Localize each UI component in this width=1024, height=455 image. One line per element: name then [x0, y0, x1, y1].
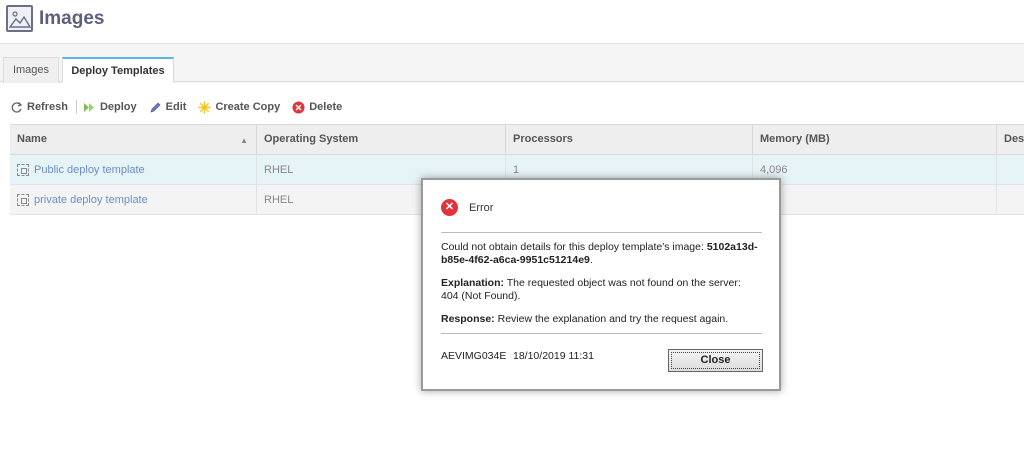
- column-description-label: Desc: [1004, 133, 1024, 145]
- template-name-link[interactable]: private deploy template: [34, 194, 148, 206]
- create-copy-button[interactable]: Create Copy: [198, 101, 280, 114]
- image-icon: [6, 5, 33, 32]
- refresh-button[interactable]: Refresh: [10, 101, 68, 114]
- delete-button[interactable]: Delete: [292, 101, 342, 114]
- column-header-memory[interactable]: Memory (MB): [752, 125, 996, 154]
- delete-icon: [292, 101, 305, 114]
- cell-memory: 6: [752, 185, 996, 214]
- dialog-divider: [441, 232, 762, 233]
- column-memory-label: Memory (MB): [760, 133, 830, 145]
- error-message: Could not obtain details for this deploy…: [441, 241, 761, 267]
- column-processors-label: Processors: [513, 133, 573, 145]
- error-message-text: Could not obtain details for this deploy…: [441, 241, 707, 253]
- column-os-label: Operating System: [264, 133, 359, 145]
- response-text: Review the explanation and try the reque…: [494, 313, 729, 325]
- deploy-icon: [83, 101, 96, 114]
- table-header: Name ▲ Operating System Processors Memor…: [10, 124, 1024, 155]
- deploy-button[interactable]: Deploy: [83, 101, 137, 114]
- column-header-description[interactable]: Desc: [996, 125, 1024, 154]
- tab-images[interactable]: Images: [3, 57, 59, 83]
- cell-description: [996, 185, 1024, 214]
- response-label: Response:: [441, 313, 495, 325]
- page-title: Images: [39, 8, 105, 29]
- column-header-os[interactable]: Operating System: [256, 125, 505, 154]
- error-code: AEVIMG034E: [441, 350, 507, 362]
- deploy-label: Deploy: [99, 101, 137, 113]
- cell-name[interactable]: Public deploy template: [10, 155, 256, 184]
- dialog-title: Error: [469, 202, 494, 214]
- edit-button[interactable]: Edit: [149, 101, 187, 114]
- delete-label: Delete: [309, 101, 343, 113]
- sparkle-icon: [198, 101, 211, 114]
- error-response: Response: Review the explanation and try…: [441, 313, 761, 326]
- close-button[interactable]: Close: [668, 349, 763, 372]
- template-name-link[interactable]: Public deploy template: [34, 164, 145, 176]
- toolbar-divider: [75, 100, 77, 114]
- toolbar: Refresh Deploy Edit Create Copy Delete: [10, 97, 354, 117]
- create-copy-label: Create Copy: [215, 101, 281, 113]
- pencil-icon: [149, 101, 162, 114]
- error-dialog: ✕ Error Could not obtain details for thi…: [421, 178, 781, 391]
- error-icon: ✕: [441, 199, 458, 216]
- explanation-label: Explanation:: [441, 277, 505, 289]
- refresh-label: Refresh: [27, 101, 68, 113]
- cell-description: [996, 155, 1024, 184]
- column-name-label: Name: [17, 133, 47, 145]
- sort-ascending-icon: ▲: [240, 136, 248, 145]
- template-icon: [17, 164, 29, 176]
- cell-memory: 4,096: [752, 155, 996, 184]
- page-header: Images: [0, 0, 1024, 44]
- template-icon: [17, 194, 29, 206]
- error-message-end: .: [589, 254, 593, 266]
- column-header-processors[interactable]: Processors: [505, 125, 752, 154]
- edit-label: Edit: [165, 101, 187, 113]
- column-header-name[interactable]: Name ▲: [10, 125, 256, 154]
- cell-name[interactable]: private deploy template: [10, 185, 256, 214]
- tab-deploy-templates[interactable]: Deploy Templates: [62, 57, 174, 83]
- error-explanation: Explanation: The requested object was no…: [441, 277, 761, 303]
- dialog-divider: [441, 333, 762, 334]
- error-timestamp: 18/10/2019 11:31: [513, 350, 594, 362]
- refresh-icon: [10, 101, 23, 114]
